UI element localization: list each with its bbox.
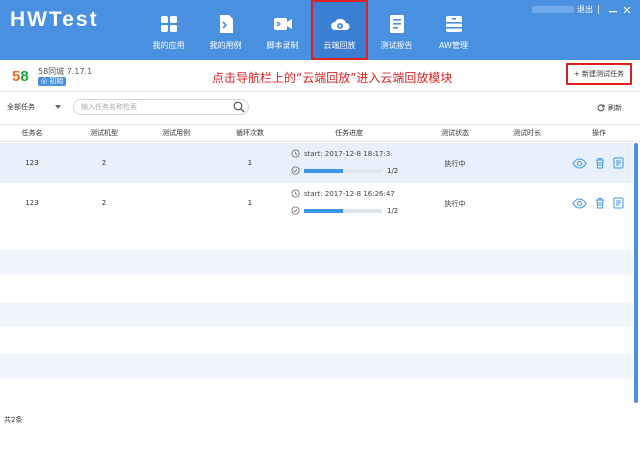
app-name: 58同城 7.17.1 [38, 67, 93, 76]
col-test-case: 测试用例 [162, 129, 190, 137]
search-icon[interactable] [233, 101, 245, 113]
nav-my-cases[interactable]: 我的用例 [197, 0, 254, 60]
cell-loops: 1 [247, 199, 253, 207]
new-test-task-button[interactable]: + 新建测试任务 [566, 63, 632, 85]
task-filter-select[interactable]: 全部任务 [4, 100, 64, 114]
logout-link[interactable]: 退出 [577, 4, 593, 15]
task-progress: start: 2017-12-8 18:17:3 1/2 [291, 149, 398, 175]
video-record-icon [273, 18, 292, 30]
table-row[interactable]: 123 2 1 start: 2017-12-8 16:26:47 1/2 执行… [0, 185, 633, 223]
clock-icon [291, 189, 300, 198]
nav-aw-manage[interactable]: AW管理 [425, 0, 482, 60]
nav-label: AW管理 [439, 41, 468, 50]
cell-status: 执行中 [444, 200, 466, 208]
col-task-name: 任务名 [21, 129, 43, 137]
cell-status: 执行中 [444, 160, 466, 168]
top-header: HWTest 我的应用 我的用例 脚本录制 云端回放 测试报告 AW管理 退出 [0, 0, 640, 60]
nav-label: 脚本录制 [266, 41, 299, 50]
vertical-scrollbar[interactable] [634, 143, 638, 403]
nav-cloud-playback[interactable]: 云端回放 [311, 0, 368, 60]
refresh-button[interactable]: 刷新 [597, 103, 622, 113]
nav-my-apps[interactable]: 我的应用 [140, 0, 197, 60]
app-icon-58: 58 [12, 68, 29, 85]
eye-icon[interactable] [572, 157, 587, 169]
progress-bar [304, 168, 382, 173]
document-script-icon [219, 15, 233, 33]
cell-device: 2 [101, 159, 107, 167]
col-progress: 任务进度 [335, 129, 363, 137]
nav-label: 测试报告 [380, 41, 413, 50]
trash-icon[interactable] [595, 157, 605, 169]
cabinet-icon [445, 16, 462, 32]
nav-label: 我的应用 [152, 41, 185, 50]
nav-script-record[interactable]: 脚本录制 [254, 0, 311, 60]
nav-test-report[interactable]: 测试报告 [368, 0, 425, 60]
col-duration: 测试时长 [513, 129, 541, 137]
app-logo: HWTest [10, 8, 99, 31]
empty-row [0, 354, 633, 379]
window-controls: 退出 [532, 4, 632, 15]
minimize-icon[interactable] [608, 5, 618, 15]
start-time: start: 2017-12-8 18:17:3 [304, 149, 391, 158]
task-search-input[interactable] [81, 103, 226, 111]
trash-icon[interactable] [595, 197, 605, 209]
progress-text: 1/2 [387, 166, 399, 175]
empty-row [0, 250, 633, 275]
col-device: 测试机型 [90, 129, 118, 137]
cloud-play-icon [330, 18, 349, 30]
cell-device: 2 [101, 199, 107, 207]
total-count: 共2条 [4, 416, 23, 424]
username-redacted [532, 6, 574, 13]
app-status-badge: ◎ 初始 [38, 77, 67, 86]
check-circle-icon [291, 206, 300, 215]
refresh-label: 刷新 [608, 104, 622, 112]
cell-task-name: 123 [25, 199, 39, 207]
progress-fill [304, 208, 343, 213]
start-time: start: 2017-12-8 16:26:47 [304, 189, 395, 198]
cell-loops: 1 [247, 159, 253, 167]
eye-icon[interactable] [572, 197, 587, 209]
progress-bar [304, 208, 382, 213]
cell-task-name: 123 [25, 159, 39, 167]
progress-fill [304, 168, 343, 173]
main-nav: 我的应用 我的用例 脚本录制 云端回放 测试报告 AW管理 [140, 0, 482, 60]
task-search-box[interactable] [73, 99, 249, 115]
report-icon [389, 15, 404, 33]
check-circle-icon [291, 166, 300, 175]
row-actions [572, 157, 632, 169]
task-progress: start: 2017-12-8 16:26:47 1/2 [291, 189, 398, 215]
col-status: 测试状态 [441, 129, 469, 137]
divider [598, 5, 599, 14]
table-header: 任务名 测试机型 测试用例 循环次数 任务进度 测试状态 测试时长 操作 [0, 124, 640, 142]
empty-row [0, 302, 633, 327]
col-actions: 操作 [592, 129, 606, 137]
col-loops: 循环次数 [236, 129, 264, 137]
chevron-down-icon [55, 105, 61, 109]
nav-label: 我的用例 [209, 41, 242, 50]
close-icon[interactable] [622, 5, 632, 15]
clock-icon [291, 149, 300, 158]
table-row[interactable]: 123 2 1 start: 2017-12-8 18:17:3 1/2 执行中 [0, 143, 633, 183]
progress-text: 1/2 [387, 206, 399, 215]
report-file-icon[interactable] [613, 197, 624, 209]
apps-grid-icon [160, 16, 177, 32]
nav-label: 云端回放 [323, 41, 356, 50]
task-filter-value: 全部任务 [7, 103, 35, 111]
row-actions [572, 197, 632, 209]
refresh-icon [597, 104, 605, 112]
report-file-icon[interactable] [613, 157, 624, 169]
instruction-annotation: 点击导航栏上的“云端回放”进入云端回放模块 [212, 71, 453, 85]
